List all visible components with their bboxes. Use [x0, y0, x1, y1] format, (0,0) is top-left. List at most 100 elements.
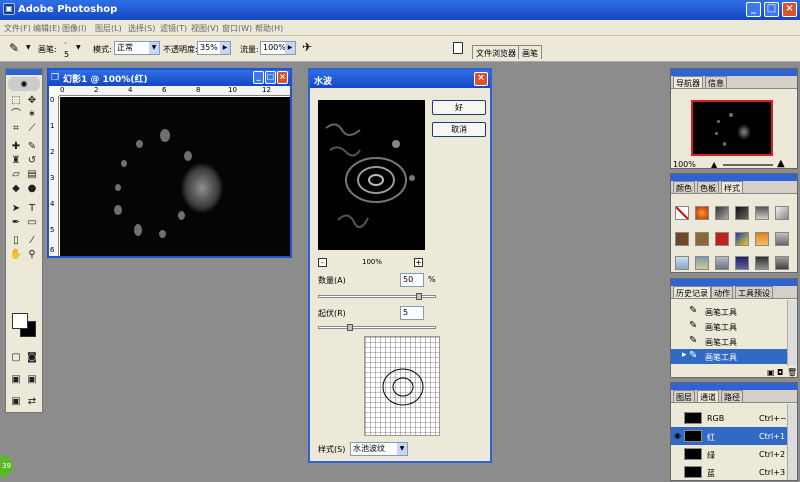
type-icon[interactable]: T: [25, 203, 39, 215]
screen-mode-black-icon[interactable]: ▣: [9, 396, 23, 408]
stamp-icon[interactable]: ♜: [9, 155, 23, 167]
navigator-zoom-slider[interactable]: [723, 164, 773, 166]
zoom-in-button[interactable]: +: [414, 258, 423, 267]
adobe-online-icon[interactable]: ◉: [8, 77, 40, 91]
style-swatch[interactable]: [695, 256, 709, 270]
ridges-slider[interactable]: [318, 324, 436, 331]
tab-tool-presets[interactable]: 工具预设: [735, 286, 773, 298]
notification-badge[interactable]: 39: [0, 455, 13, 477]
eye-icon[interactable]: ◉: [674, 431, 681, 440]
tab-layers[interactable]: 图层: [673, 390, 695, 402]
amount-slider[interactable]: [318, 293, 436, 300]
channel-row[interactable]: 绿 Ctrl+2: [671, 445, 787, 463]
airbrush-icon[interactable]: ✈: [302, 40, 312, 54]
dodge-icon[interactable]: ●: [25, 183, 39, 195]
amount-slider-thumb[interactable]: [416, 293, 422, 300]
magic-wand-icon[interactable]: ✶: [25, 109, 39, 121]
menu-edit[interactable]: 编辑(E): [33, 23, 60, 34]
navigator-zoom[interactable]: 100%: [673, 160, 696, 169]
chevron-down-icon[interactable]: ▼: [26, 44, 31, 51]
maximize-icon[interactable]: □: [764, 2, 779, 17]
ridges-slider-thumb[interactable]: [347, 324, 353, 331]
cancel-button[interactable]: 取消: [432, 122, 486, 137]
zoom-icon[interactable]: ⚲: [25, 249, 39, 261]
menu-view[interactable]: 视图(V): [191, 23, 219, 34]
style-swatch[interactable]: [715, 206, 729, 220]
new-document-icon[interactable]: ▣: [767, 368, 775, 377]
zoom-in-mountain-icon[interactable]: ▲: [777, 158, 785, 169]
close-icon[interactable]: ×: [277, 71, 288, 84]
style-swatch[interactable]: [775, 206, 789, 220]
tab-paths[interactable]: 路径: [721, 390, 743, 402]
brush-icon[interactable]: ✎: [25, 141, 39, 153]
opacity-field[interactable]: 35% ▶: [197, 41, 231, 55]
style-swatch[interactable]: [695, 232, 709, 246]
gradient-icon[interactable]: ▤: [25, 169, 39, 181]
close-icon[interactable]: ×: [474, 72, 488, 86]
standard-mode-icon[interactable]: ▢: [9, 352, 23, 364]
pen-icon[interactable]: ✒: [9, 217, 23, 229]
zoom-out-mountain-icon[interactable]: ▲: [711, 160, 717, 169]
menu-select[interactable]: 选择(S): [128, 23, 155, 34]
channel-row-active[interactable]: ◉ 红 Ctrl+1: [671, 427, 787, 445]
tab-color[interactable]: 颜色: [673, 181, 695, 193]
amount-input[interactable]: 50: [400, 273, 424, 287]
menu-file[interactable]: 文件(F): [4, 23, 31, 34]
healing-brush-icon[interactable]: ✚: [9, 141, 23, 153]
chevron-down-icon[interactable]: ▼: [76, 44, 81, 51]
ridges-input[interactable]: 5: [400, 306, 424, 320]
zoom-out-button[interactable]: -: [318, 258, 327, 267]
history-item-active[interactable]: ▸ ✎ 画笔工具: [671, 349, 787, 364]
menu-image[interactable]: 图像(I): [62, 23, 87, 34]
menu-layer[interactable]: 图层(L): [95, 23, 122, 34]
style-swatch[interactable]: [735, 206, 749, 220]
minimize-icon[interactable]: _: [746, 2, 761, 17]
eyedropper-icon[interactable]: ⁄: [25, 235, 39, 247]
eraser-icon[interactable]: ▱: [9, 169, 23, 181]
marquee-icon[interactable]: ⬚: [9, 95, 23, 107]
slice-icon[interactable]: ⟋: [25, 123, 39, 135]
style-swatch[interactable]: [675, 232, 689, 246]
style-swatch[interactable]: [755, 232, 769, 246]
style-swatch[interactable]: [715, 232, 729, 246]
tab-actions[interactable]: 动作: [711, 286, 733, 298]
tab-brushes[interactable]: 画笔: [518, 45, 542, 59]
style-swatch[interactable]: [755, 206, 769, 220]
hand-icon[interactable]: ✋: [9, 249, 23, 261]
tab-info[interactable]: 信息: [705, 76, 727, 88]
style-swatch[interactable]: [735, 232, 749, 246]
style-swatch[interactable]: [775, 232, 789, 246]
path-select-icon[interactable]: ➤: [9, 203, 23, 215]
screen-mode-full-icon[interactable]: ▣: [25, 374, 39, 386]
history-item[interactable]: ✎ 画笔工具: [671, 334, 787, 349]
history-brush-icon[interactable]: ↺: [25, 155, 39, 167]
quick-mask-icon[interactable]: ◙: [25, 352, 39, 364]
flow-field[interactable]: 100% ▶: [260, 41, 296, 55]
history-scrollbar[interactable]: [787, 300, 797, 366]
screen-mode-standard-icon[interactable]: ▣: [9, 374, 23, 386]
mode-select[interactable]: 正常 ▼: [114, 41, 160, 55]
palette-well-icon[interactable]: [453, 42, 463, 54]
maximize-icon[interactable]: □: [265, 71, 276, 84]
style-swatch[interactable]: [675, 256, 689, 270]
history-item[interactable]: ✎ 画笔工具: [671, 304, 787, 319]
brush-size[interactable]: 5: [64, 50, 69, 59]
filter-preview[interactable]: [318, 100, 425, 250]
style-none[interactable]: [675, 206, 689, 220]
lasso-icon[interactable]: ⌒: [9, 109, 23, 121]
menu-help[interactable]: 帮助(H): [255, 23, 283, 34]
tab-styles[interactable]: 样式: [721, 181, 743, 193]
minimize-icon[interactable]: _: [253, 71, 264, 84]
close-icon[interactable]: ×: [782, 2, 797, 17]
move-icon[interactable]: ✥: [25, 95, 39, 107]
navigator-thumbnail[interactable]: [691, 100, 773, 156]
crop-icon[interactable]: ⌗: [9, 123, 23, 135]
style-swatch[interactable]: [715, 256, 729, 270]
tab-swatches[interactable]: 色板: [697, 181, 719, 193]
blur-icon[interactable]: ◆: [9, 183, 23, 195]
history-item[interactable]: ✎ 画笔工具: [671, 319, 787, 334]
document-canvas[interactable]: [60, 97, 290, 256]
notes-icon[interactable]: ▯: [9, 235, 23, 247]
menu-filter[interactable]: 滤镜(T): [160, 23, 187, 34]
channel-row[interactable]: 蓝 Ctrl+3: [671, 463, 787, 481]
